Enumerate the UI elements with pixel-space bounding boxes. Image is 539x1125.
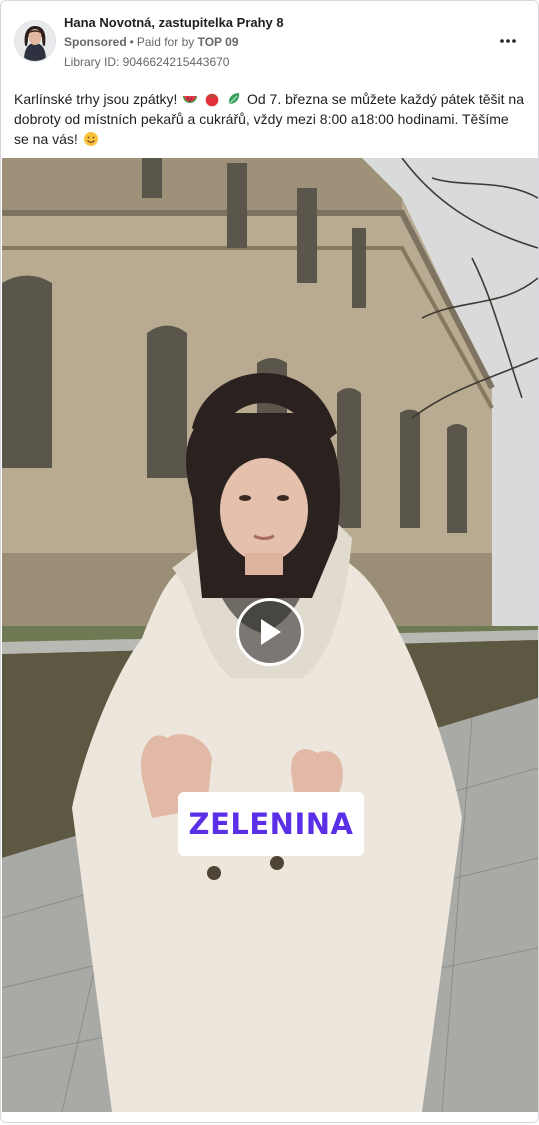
play-icon [261,619,281,645]
leafy-green-emoji-icon [228,93,240,105]
paid-for-prefix: Paid for by [136,35,195,49]
video-caption-text: ZELENINA [188,807,354,841]
post-text-intro: Karlínské trhy jsou zpátky! [14,91,178,107]
ad-card: Hana Novotná, zastupitelka Prahy 8 Spons… [0,0,539,1123]
more-options-button[interactable] [496,31,520,51]
separator-dot: • [129,35,134,49]
page-name[interactable]: Hana Novotná, zastupitelka Prahy 8 [64,15,284,30]
sponsored-line: Sponsored • Paid for by TOP 09 [64,35,239,49]
video-player[interactable]: ZELENINA [2,158,538,1112]
tomato-emoji-icon [205,93,219,107]
funder-name[interactable]: TOP 09 [198,35,239,49]
library-id: Library ID: 9046624215443670 [64,55,230,69]
avatar-portrait-icon [15,21,55,61]
watermelon-emoji-icon [183,96,198,103]
avatar[interactable] [14,20,56,62]
sponsored-label: Sponsored [64,35,127,49]
more-horizontal-icon [500,39,516,43]
play-button[interactable] [236,598,304,666]
video-caption: ZELENINA [178,792,364,856]
smiling-face-emoji-icon [83,132,98,146]
post-text: Karlínské trhy jsou zpátky! Od 7. března… [14,89,526,149]
